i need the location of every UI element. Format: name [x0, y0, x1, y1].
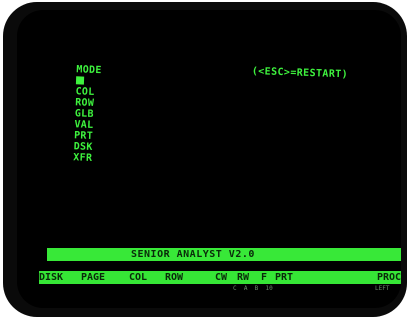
- mode-menu-line: MODE COL ROW GLB VAL PRT DSK XFR: [35, 52, 109, 175]
- menu-item-row[interactable]: ROW: [75, 97, 94, 109]
- crt-screen: MODE COL ROW GLB VAL PRT DSK XFR (<ESC>=…: [17, 10, 401, 308]
- cursor-block-icon: [75, 76, 85, 85]
- command-page[interactable]: PAGE: [81, 271, 105, 284]
- menu-item-dsk[interactable]: DSK: [73, 141, 92, 153]
- command-sub-left: LEFT: [375, 285, 390, 292]
- restart-hint: (<ESC>=RESTART): [251, 66, 349, 81]
- menu-item-glb[interactable]: GLB: [75, 108, 94, 120]
- menu-item-xfr[interactable]: XFR: [73, 152, 92, 164]
- command-proc[interactable]: PROC: [377, 271, 401, 284]
- command-prt[interactable]: PRT: [275, 271, 293, 284]
- command-sub-hints: C A B 10: [233, 285, 273, 292]
- program-title-bar: SENIOR ANALYST V2.0: [47, 248, 401, 261]
- command-row[interactable]: ROW: [165, 271, 183, 284]
- command-col[interactable]: COL: [129, 271, 147, 284]
- command-f[interactable]: F: [261, 271, 267, 284]
- menu-item-val[interactable]: VAL: [74, 119, 93, 131]
- mode-label: MODE: [76, 64, 102, 77]
- menu-item-col[interactable]: COL: [75, 86, 94, 98]
- monitor-bezel: MODE COL ROW GLB VAL PRT DSK XFR (<ESC>=…: [3, 2, 407, 317]
- command-rw[interactable]: RW: [237, 271, 249, 284]
- program-title: SENIOR ANALYST V2.0: [131, 249, 255, 260]
- command-bar: DISK PAGE COL ROW CW RW F PRT PROC: [39, 271, 401, 284]
- command-disk[interactable]: DISK: [39, 271, 63, 284]
- menu-item-prt[interactable]: PRT: [74, 130, 93, 142]
- command-cw[interactable]: CW: [215, 271, 227, 284]
